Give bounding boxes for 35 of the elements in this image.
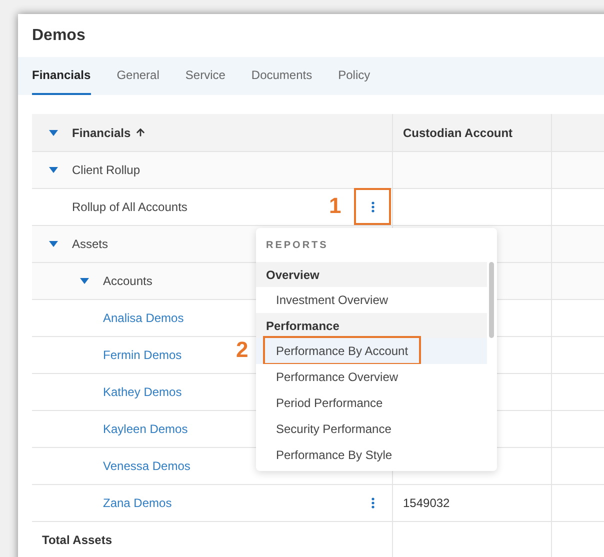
caret-icon[interactable] — [80, 278, 89, 284]
account-link[interactable]: Venessa Demos — [103, 457, 190, 475]
total-label: Total Assets — [42, 532, 112, 549]
caret-icon[interactable] — [49, 167, 58, 173]
menu-item[interactable]: Performance By Account — [256, 338, 487, 364]
caret-icon[interactable] — [49, 130, 58, 136]
menu-heading: REPORTS — [266, 238, 328, 252]
tab[interactable]: Financials — [32, 57, 91, 95]
account-link[interactable]: Kathey Demos — [103, 383, 182, 401]
account-link[interactable]: Kayleen Demos — [103, 420, 188, 438]
scrollbar-thumb[interactable] — [489, 262, 494, 338]
row-label: Client Rollup — [72, 162, 140, 179]
sort-up-icon[interactable] — [134, 127, 146, 138]
window-title: Demos — [32, 26, 86, 46]
more-icon[interactable] — [371, 201, 375, 213]
tab[interactable]: General — [116, 57, 160, 95]
column-header[interactable]: Custodian Account — [403, 124, 513, 142]
caret-icon[interactable] — [49, 241, 58, 247]
account-link[interactable]: Fermin Demos — [103, 346, 182, 364]
tab[interactable]: Documents — [251, 57, 312, 95]
row-label: Rollup of All Accounts — [72, 199, 188, 216]
column-header[interactable]: Financials — [72, 124, 131, 142]
row-label: Assets — [72, 236, 108, 253]
menu-section-title: Performance — [266, 318, 340, 334]
more-icon[interactable] — [371, 497, 375, 509]
table-cell-text: 1549032 — [403, 495, 450, 512]
tab[interactable]: Service — [185, 57, 226, 95]
account-link[interactable]: Analisa Demos — [103, 309, 184, 327]
highlight-frame — [354, 188, 391, 225]
callout-number: 2 — [236, 339, 248, 361]
row-label: Accounts — [103, 273, 152, 290]
tab[interactable]: Policy — [338, 57, 370, 95]
account-link[interactable]: Zana Demos — [103, 494, 172, 512]
callout-number: 1 — [329, 195, 342, 217]
menu-section-title: Overview — [266, 266, 320, 284]
